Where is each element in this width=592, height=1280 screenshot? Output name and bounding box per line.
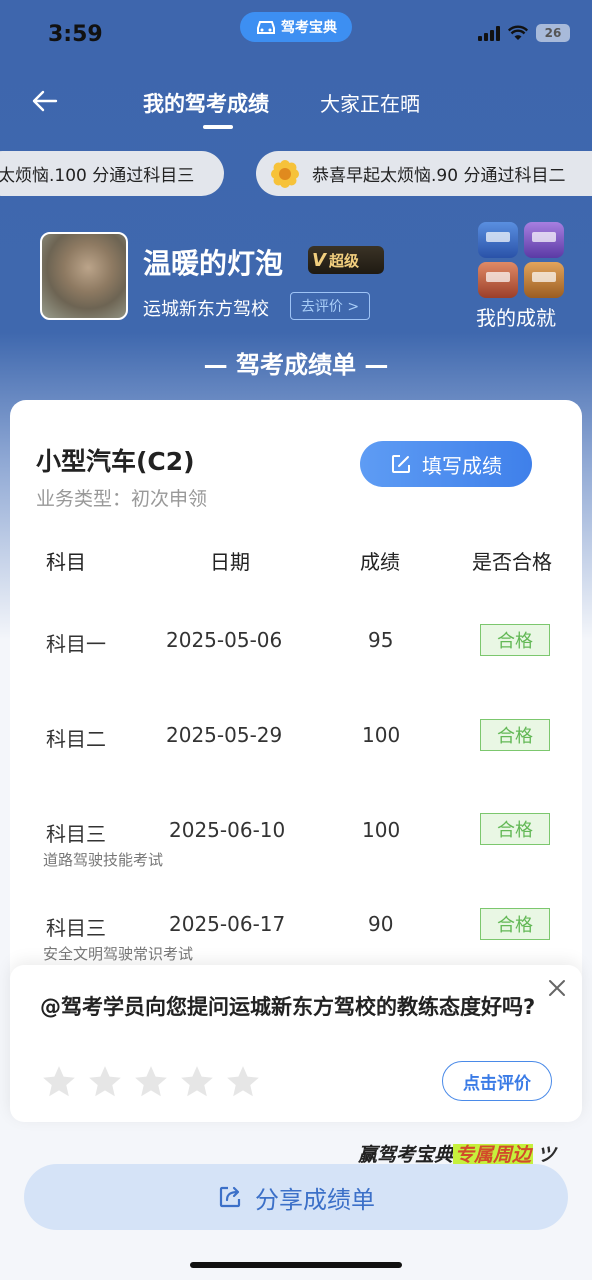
score-card: 小型汽车(C2) 业务类型：初次申领 填写成绩 科目 日期 成绩 是否合格 科目… bbox=[10, 400, 582, 1000]
promo-prefix: 赢驾考宝典 bbox=[358, 1144, 454, 1166]
status-time: 3:59 bbox=[48, 22, 103, 47]
star-rating[interactable] bbox=[40, 1063, 262, 1101]
signal-icon bbox=[478, 25, 500, 41]
vip-badge[interactable]: V 超级 bbox=[308, 246, 384, 274]
row-date: 2025-05-06 bbox=[166, 628, 283, 652]
app-badge-label: 驾考宝典 bbox=[281, 20, 337, 36]
star-icon[interactable] bbox=[86, 1063, 124, 1101]
username: 温暖的灯泡 bbox=[143, 247, 284, 280]
pass-badge: 合格 bbox=[480, 624, 550, 656]
tab-my-scores[interactable]: 我的驾考成绩 bbox=[143, 88, 269, 118]
pass-badge: 合格 bbox=[480, 908, 550, 940]
back-button[interactable] bbox=[28, 84, 62, 118]
row-date: 2025-06-10 bbox=[169, 818, 286, 842]
star-icon[interactable] bbox=[224, 1063, 262, 1101]
ticker-text: 恭喜早起太烦恼.90 分通过科目二 bbox=[312, 166, 566, 186]
row-subject: 科目一 bbox=[46, 632, 106, 656]
row-subtitle: 安全文明驾驶常识考试 bbox=[43, 945, 194, 963]
tab-indicator bbox=[203, 125, 233, 129]
edit-icon bbox=[392, 455, 410, 473]
status-icons: 26 bbox=[478, 24, 570, 42]
header-pass: 是否合格 bbox=[472, 550, 552, 574]
medal-icon bbox=[478, 222, 518, 258]
medal-icon bbox=[524, 262, 564, 298]
row-score: 100 bbox=[362, 818, 401, 842]
battery-icon: 26 bbox=[536, 24, 570, 42]
avatar[interactable] bbox=[40, 232, 128, 320]
pass-badge: 合格 bbox=[480, 719, 550, 751]
rate-school-button[interactable]: 去评价 > bbox=[290, 292, 370, 320]
promo-banner[interactable]: 赢驾考宝典 专属周边ツ bbox=[358, 1140, 556, 1167]
rating-popup: @驾考学员向您提问运城新东方驾校的教练态度好吗? 点击评价 bbox=[10, 965, 582, 1122]
ticker-text: 太烦恼.100 分通过科目三 bbox=[0, 166, 195, 186]
home-indicator bbox=[190, 1262, 402, 1268]
car-icon bbox=[257, 21, 275, 34]
header-score: 成绩 bbox=[360, 550, 400, 574]
tab-everyone-sharing[interactable]: 大家正在晒 bbox=[320, 88, 420, 117]
vip-label: 超级 bbox=[328, 251, 359, 270]
fill-score-label: 填写成绩 bbox=[422, 453, 502, 478]
app-badge[interactable]: 驾考宝典 bbox=[240, 12, 352, 42]
row-subtitle: 道路驾驶技能考试 bbox=[43, 851, 164, 869]
row-score: 100 bbox=[362, 723, 401, 747]
medal-icon bbox=[478, 262, 518, 298]
share-label: 分享成绩单 bbox=[255, 1185, 375, 1214]
star-icon[interactable] bbox=[178, 1063, 216, 1101]
vip-v-icon: V bbox=[312, 249, 326, 271]
business-type: 业务类型：初次申领 bbox=[36, 488, 208, 510]
row-subject: 科目三 bbox=[46, 916, 106, 940]
achievement-medals[interactable] bbox=[478, 222, 564, 298]
promo-suffix: ツ bbox=[537, 1144, 557, 1166]
flower-icon bbox=[271, 159, 299, 188]
achievements-link[interactable]: 我的成就 bbox=[476, 302, 556, 331]
school-name: 运城新东方驾校 bbox=[143, 299, 269, 320]
medal-icon bbox=[524, 222, 564, 258]
row-subject: 科目三 bbox=[46, 822, 106, 846]
row-date: 2025-05-29 bbox=[166, 723, 283, 747]
rating-question: @驾考学员向您提问运城新东方驾校的教练态度好吗? bbox=[40, 995, 536, 1019]
close-button[interactable] bbox=[546, 977, 568, 999]
row-subject: 科目二 bbox=[46, 727, 106, 751]
pass-badge: 合格 bbox=[480, 813, 550, 845]
promo-highlight: 专属周边 bbox=[453, 1144, 534, 1166]
fill-score-button[interactable]: 填写成绩 bbox=[360, 441, 532, 487]
share-icon bbox=[219, 1186, 241, 1208]
arrow-left-icon bbox=[32, 90, 58, 112]
section-title: — 驾考成绩单 — bbox=[203, 351, 389, 379]
star-icon[interactable] bbox=[132, 1063, 170, 1101]
header-subject: 科目 bbox=[46, 550, 86, 574]
row-score: 90 bbox=[368, 912, 394, 936]
ticker-item: 恭喜早起太烦恼.90 分通过科目二 bbox=[256, 151, 592, 196]
row-score: 95 bbox=[368, 628, 394, 652]
rate-button[interactable]: 点击评价 bbox=[442, 1061, 552, 1101]
header-date: 日期 bbox=[210, 550, 250, 574]
star-icon[interactable] bbox=[40, 1063, 78, 1101]
close-icon bbox=[549, 980, 565, 996]
ticker-item: 太烦恼.100 分通过科目三 bbox=[0, 151, 224, 196]
wifi-icon bbox=[508, 25, 528, 40]
row-date: 2025-06-17 bbox=[169, 912, 286, 936]
share-button[interactable]: 分享成绩单 bbox=[24, 1164, 568, 1230]
vehicle-type: 小型汽车(C2) bbox=[36, 447, 195, 476]
